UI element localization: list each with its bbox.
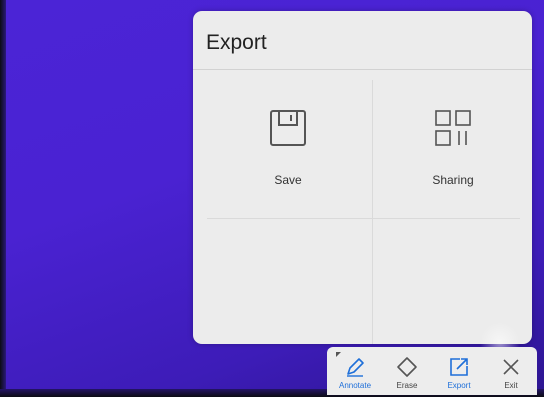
pen-icon: [347, 358, 364, 377]
corner-indicator-icon: [336, 352, 341, 357]
sharing-label: Sharing: [432, 173, 474, 187]
eraser-icon: [397, 357, 417, 377]
export-label: Export: [447, 381, 471, 390]
exit-label: Exit: [504, 381, 518, 390]
export-icon: [450, 358, 468, 376]
sharing-grid-icon: [435, 110, 471, 146]
sharing-option[interactable]: Sharing: [388, 89, 518, 204]
panel-title: Export: [206, 31, 267, 54]
exit-button[interactable]: Exit: [485, 347, 537, 395]
export-panel: Export Save Sharing: [193, 11, 532, 344]
close-icon: [503, 359, 519, 375]
bottom-toolbar: Annotate Erase Export Exit: [327, 347, 537, 395]
grid-divider-horizontal: [207, 218, 520, 219]
export-button[interactable]: Export: [433, 347, 485, 395]
floppy-disk-icon: [270, 110, 306, 146]
save-label: Save: [274, 173, 302, 187]
save-option[interactable]: Save: [223, 89, 353, 204]
monitor-bezel-left: [0, 0, 6, 397]
erase-label: Erase: [396, 381, 418, 390]
erase-button[interactable]: Erase: [381, 347, 433, 395]
annotate-label: Annotate: [338, 381, 372, 390]
panel-header: Export: [193, 11, 532, 70]
grid-divider-vertical: [372, 80, 373, 344]
